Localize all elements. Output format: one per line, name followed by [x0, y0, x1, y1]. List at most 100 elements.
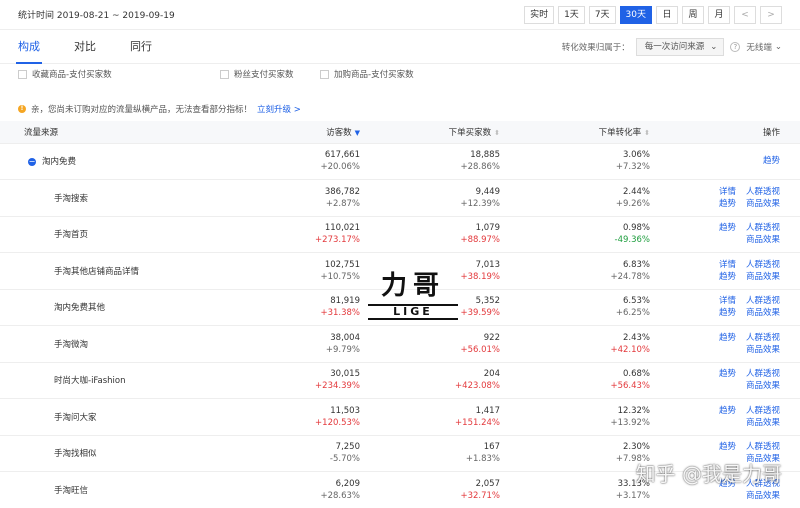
action-trend-link[interactable]: 趋势 [719, 307, 736, 319]
tab-composition[interactable]: 构成 [16, 30, 42, 64]
rate-value: 12.32% [617, 405, 650, 416]
checkbox-label: 粉丝支付买家数 [234, 70, 294, 80]
attribution-label: 转化效果归属于： [561, 42, 630, 53]
action-col-left: 详情 趋势 [719, 259, 736, 283]
rate-value: 2.30% [622, 442, 650, 453]
action-trend-link[interactable]: 趋势 [719, 198, 736, 210]
rate-change: +24.78% [610, 271, 650, 282]
sort-desc-icon[interactable]: ▼ [355, 129, 360, 137]
action-trend-link[interactable]: 趋势 [719, 271, 736, 283]
visitors-change: +20.06% [320, 162, 360, 173]
visitors-cell: 386,782 +2.87% [210, 179, 360, 217]
action-product-link[interactable]: 商品效果 [746, 490, 780, 502]
checkbox-icon [220, 69, 229, 79]
rate-change: +6.25% [615, 308, 650, 319]
rate-value: 33.13% [617, 478, 650, 489]
checkbox-cart-buyers[interactable]: 加购商品-支付买家数 [320, 68, 414, 80]
range-month-button[interactable]: 月 [708, 5, 730, 24]
source-name: 手淘首页 [54, 230, 89, 241]
action-crowd-link[interactable]: 人群透视 [746, 405, 780, 417]
range-day-button[interactable]: 日 [656, 5, 678, 24]
chevron-right-icon[interactable]: > [760, 5, 782, 24]
action-crowd-link[interactable]: 人群透视 [746, 259, 780, 271]
sort-icon[interactable]: ⬍ [644, 129, 650, 137]
rate-cell: 0.68% +56.43% [500, 362, 650, 399]
action-detail-link[interactable]: 详情 [719, 259, 736, 271]
range-week-button[interactable]: 周 [682, 5, 704, 24]
action-product-link[interactable]: 商品效果 [746, 234, 780, 246]
checkbox-fan-buyers[interactable]: 粉丝支付买家数 [220, 68, 320, 80]
action-col-left: 趋势 [719, 332, 736, 356]
tab-compare[interactable]: 对比 [74, 30, 96, 64]
watermark-logo: 力哥 LIGE [368, 265, 458, 320]
action-product-link[interactable]: 商品效果 [746, 380, 780, 392]
action-product-link[interactable]: 商品效果 [746, 271, 780, 283]
action-product-link[interactable]: 商品效果 [746, 344, 780, 356]
rate-change: -49.36% [614, 235, 650, 246]
action-col-left: 趋势 [719, 368, 736, 392]
buyers-value: 204 [483, 369, 500, 380]
rate-change: +42.10% [610, 344, 650, 355]
header-buyers[interactable]: 下单买家数 ⬍ [360, 121, 500, 144]
row-actions: 详情 趋势 人群透视 商品效果 [650, 186, 780, 210]
header-rate[interactable]: 下单转化率 ⬍ [500, 121, 650, 144]
visitors-value: 6,209 [335, 478, 360, 489]
visitors-change: +234.39% [315, 381, 360, 392]
action-crowd-link[interactable]: 人群透视 [746, 186, 780, 198]
action-detail-link[interactable]: 详情 [719, 186, 736, 198]
action-crowd-link[interactable]: 人群透视 [746, 295, 780, 307]
action-crowd-link[interactable]: 人群透视 [746, 441, 780, 453]
source-cell: 手淘旺信 [0, 471, 210, 508]
visitors-value: 102,751 [324, 259, 360, 270]
range-7day-button[interactable]: 7天 [588, 5, 616, 24]
table-row: 时尚大咖-iFashion 30,015 +234.39% 204 +423.08% 0.… [0, 362, 800, 399]
actions-cell: 趋势 人群透视 商品效果 [650, 325, 800, 363]
visitors-change: +31.38% [320, 308, 360, 319]
source-name: 手淘其他店铺商品详情 [54, 266, 140, 277]
checkbox-label: 收藏商品-支付买家数 [32, 70, 112, 80]
watermark-corner: 知乎 @我是力哥 [635, 462, 782, 486]
watermark-small: LIGE [368, 304, 458, 320]
rate-change: +13.92% [610, 417, 650, 428]
checkbox-fav-buyers[interactable]: 收藏商品-支付买家数 [18, 68, 220, 80]
visitors-value: 7,250 [335, 442, 360, 453]
action-detail-link[interactable]: 详情 [719, 295, 736, 307]
source-cell: 手淘问大家 [0, 398, 210, 436]
upgrade-link[interactable]: 立刻升级 > [257, 103, 301, 115]
help-icon[interactable]: ? [730, 41, 741, 52]
source-cell[interactable]: − 淘内免费 [0, 143, 210, 180]
row-actions: 趋势 人群透视 商品效果 [650, 405, 780, 429]
sort-icon[interactable]: ⬍ [494, 129, 500, 137]
buyers-change: +151.24% [455, 417, 500, 428]
action-product-link[interactable]: 商品效果 [746, 417, 780, 429]
range-30day-button[interactable]: 30天 [619, 5, 652, 24]
action-trend-link[interactable]: 趋势 [719, 441, 736, 453]
header-visitors-label: 访客数 [326, 127, 352, 138]
range-realtime-button[interactable]: 实时 [524, 5, 555, 24]
attribution-select[interactable]: 每一次访问来源 ⌄ [635, 37, 725, 56]
action-trend-link[interactable]: 趋势 [719, 332, 736, 344]
action-product-link[interactable]: 商品效果 [746, 198, 780, 210]
range-1day-button[interactable]: 1天 [558, 5, 585, 24]
action-col-left: 详情 趋势 [719, 295, 736, 319]
visitors-cell: 102,751 +10.75% [210, 252, 360, 290]
header-source: 流量来源 [0, 121, 210, 144]
rate-value: 0.98% [622, 223, 650, 234]
action-detail-link[interactable]: 趋势 [763, 155, 780, 167]
wireless-select[interactable]: 无线端 ⌄ [746, 41, 782, 53]
action-trend-link[interactable]: 趋势 [719, 368, 736, 380]
chevron-left-icon[interactable]: < [734, 5, 756, 24]
action-product-link[interactable]: 商品效果 [746, 307, 780, 319]
action-crowd-link[interactable]: 人群透视 [746, 368, 780, 380]
tab-peers[interactable]: 同行 [130, 30, 152, 64]
action-col-left: 趋势 [719, 405, 736, 429]
action-crowd-link[interactable]: 人群透视 [746, 222, 780, 234]
action-crowd-link[interactable]: 人群透视 [746, 332, 780, 344]
visitors-cell: 11,503 +120.53% [210, 398, 360, 436]
action-trend-link[interactable]: 趋势 [719, 222, 736, 234]
metric-checkboxes: 收藏商品-支付买家数 粉丝支付买家数 加购商品-支付买家数 [0, 64, 800, 84]
collapse-icon[interactable]: − [28, 157, 36, 166]
action-trend-link[interactable]: 趋势 [719, 405, 736, 417]
header-visitors[interactable]: 访客数 ▼ [210, 121, 360, 144]
buyers-value: 922 [483, 332, 500, 343]
